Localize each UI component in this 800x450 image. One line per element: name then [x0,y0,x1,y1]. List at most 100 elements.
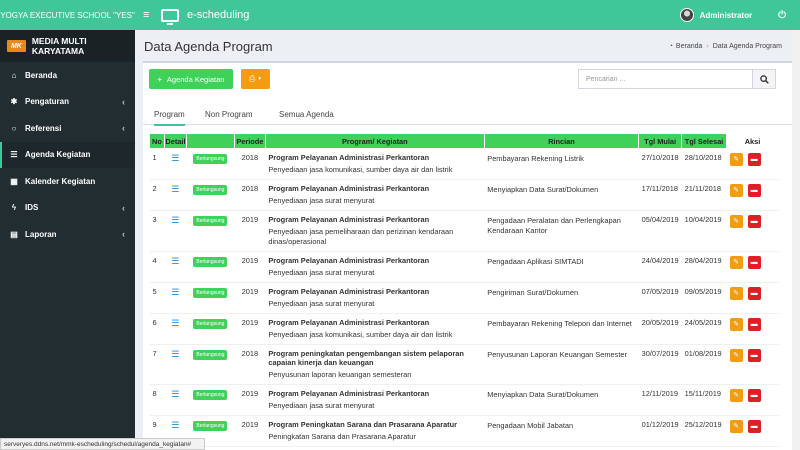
delete-button[interactable]: ▬ [747,256,761,269]
row-periode: 2018 [234,179,266,211]
edit-button[interactable]: ✎ [729,420,743,433]
sidebar-item-kalender-kegiatan[interactable]: ▦ Kalender Kegiatan [0,168,135,195]
table-row: 4 ☰ Berlangsung 2019 Program Pelayanan Admin… [149,251,779,283]
scrollbar[interactable] [792,30,800,450]
delete-button[interactable]: ▬ [747,420,761,433]
sidebar-item-ids[interactable]: ϟ IDS ‹ [0,195,135,222]
trash-icon: ▬ [750,423,758,430]
list-detail-icon[interactable]: ☰ [171,184,179,194]
delete-button[interactable]: ▬ [747,389,761,402]
rincian-text: Pengadaan Aplikasi SIMTADI [484,251,639,283]
tgl-mulai: 24/04/2019 [638,251,682,283]
tab-semua-agenda[interactable]: Semua Agenda [279,110,334,119]
pencil-icon: ✎ [733,259,739,266]
avatar[interactable] [679,8,694,22]
edit-button[interactable]: ✎ [729,349,743,362]
row-periode: 2018 [234,148,266,180]
list-detail-icon[interactable]: ☰ [171,287,179,297]
table-row: 8 ☰ Berlangsung 2019 Program Pelayanan Admin… [149,384,779,416]
power-icon[interactable]: ⏻ [778,10,786,21]
status-badge: Berlangsung [193,154,228,164]
trash-icon: ▬ [750,352,758,359]
list-detail-icon[interactable]: ☰ [171,318,179,328]
status-badge: Berlangsung [193,421,228,431]
edit-button[interactable]: ✎ [729,256,743,269]
calendar-icon: ▦ [10,176,18,186]
status-url: serveryes.ddns.net/mmk-escheduling/sched… [0,438,205,450]
edit-button[interactable]: ✎ [729,184,743,197]
list-icon: ☰ [10,150,18,160]
edit-button[interactable]: ✎ [729,215,743,228]
brand-logo[interactable]: MK MEDIA MULTI KARYATAMA [0,30,135,62]
delete-button[interactable]: ▬ [747,153,761,166]
delete-button[interactable]: ▬ [747,349,761,362]
list-detail-icon[interactable]: ☰ [171,256,179,266]
sidebar-item-pengaturan[interactable]: ✱ Pengaturan ‹ [0,89,135,116]
kegiatan-text: Penyediaan jasa surat menyurat [268,268,375,277]
trash-icon: ▬ [750,321,758,328]
tgl-mulai: 01/12/2019 [638,415,682,447]
agenda-tabs: Program Non Program Semua Agenda [143,103,793,126]
trash-icon: ▬ [750,392,758,399]
tgl-mulai: 20/05/2019 [638,313,682,345]
breadcrumb-home[interactable]: Beranda [676,43,702,50]
rincian-text: Pengadaan Peralatan dan Perlengkapan Ken… [484,210,639,252]
tgl-selesai: 28/04/2019 [681,251,727,283]
tgl-mulai: 05/04/2019 [638,210,682,252]
list-detail-icon[interactable]: ☰ [171,420,179,430]
add-agenda-button[interactable]: + Agenda Kegiatan [149,69,233,89]
main-content: Data Agenda Program ◔ Beranda › Data Age… [135,30,800,450]
pencil-icon: ✎ [733,218,739,225]
kegiatan-text: Penyediaan jasa komunikasi, sumber daya … [268,165,453,174]
list-detail-icon[interactable]: ☰ [171,389,179,399]
edit-button[interactable]: ✎ [729,153,743,166]
program-title: Program Pelayanan Administrasi Perkantor… [268,287,430,296]
delete-button[interactable]: ▬ [747,184,761,197]
edit-button[interactable]: ✎ [729,318,743,331]
edit-button[interactable]: ✎ [729,389,743,402]
row-no: 8 [149,384,165,416]
user-name[interactable]: Administrator [700,11,752,20]
row-no: 5 [149,282,165,314]
sidebar-item-laporan[interactable]: ▤ Laporan ‹ [0,221,135,248]
delete-button[interactable]: ▬ [747,287,761,300]
status-badge: Berlangsung [193,216,228,226]
sidebar-item-label: Referensi [25,123,62,133]
row-no: 7 [149,344,165,385]
list-detail-icon[interactable]: ☰ [171,153,179,163]
list-detail-icon[interactable]: ☰ [171,215,179,225]
sidebar-item-label: Beranda [25,70,58,80]
tgl-selesai: 01/08/2019 [681,344,727,385]
delete-button[interactable]: ▬ [747,215,761,228]
logo-text: MEDIA MULTI KARYATAMA [31,36,87,56]
search-button[interactable] [752,69,776,89]
trash-icon: ▬ [750,290,758,297]
chevron-left-icon: ‹ [122,96,125,107]
print-dropdown-button[interactable]: ⎙ ▼ [241,69,270,89]
sidebar-item-label: Laporan [25,229,57,239]
program-title: Program Pelayanan Administrasi Perkantor… [268,389,430,398]
delete-button[interactable]: ▬ [747,318,761,331]
program-title: Program Pelayanan Administrasi Perkantor… [268,318,430,327]
row-periode: 2019 [234,282,266,314]
breadcrumb: ◔ Beranda › Data Agenda Program [669,43,782,50]
search-input[interactable]: Pencarian ... [578,69,753,89]
sidebar-item-referensi[interactable]: ○ Referensi ‹ [0,115,135,142]
list-detail-icon[interactable]: ☰ [171,349,179,359]
breadcrumb-separator: › [706,43,709,50]
edit-button[interactable]: ✎ [729,287,743,300]
sidebar-item-agenda-kegiatan[interactable]: ☰ Agenda Kegiatan [0,141,135,168]
table-header-row: No Detail Periode Program/ Kegiatan Rinc… [149,133,779,149]
tab-non-program[interactable]: Non Program [205,110,253,119]
sidebar-item-beranda[interactable]: ⌂ Beranda [0,62,135,89]
agenda-box: + Agenda Kegiatan ⎙ ▼ Pencarian ... Prog… [143,61,793,450]
row-periode: 2019 [234,313,266,345]
tab-program[interactable]: Program [154,110,185,126]
col-periode: Periode [233,133,266,149]
sidebar-menu: ⌂ Beranda ✱ Pengaturan ‹ ○ Referensi ‹ ☰ Agenda K… [0,62,135,248]
row-no: 4 [149,251,165,283]
rincian-text: Menyiapkan Data Surat/Dokumen [484,384,639,416]
monitor-icon [161,8,179,25]
row-periode: 2019 [234,210,266,252]
menu-toggle-icon[interactable]: ≡ [143,9,155,21]
